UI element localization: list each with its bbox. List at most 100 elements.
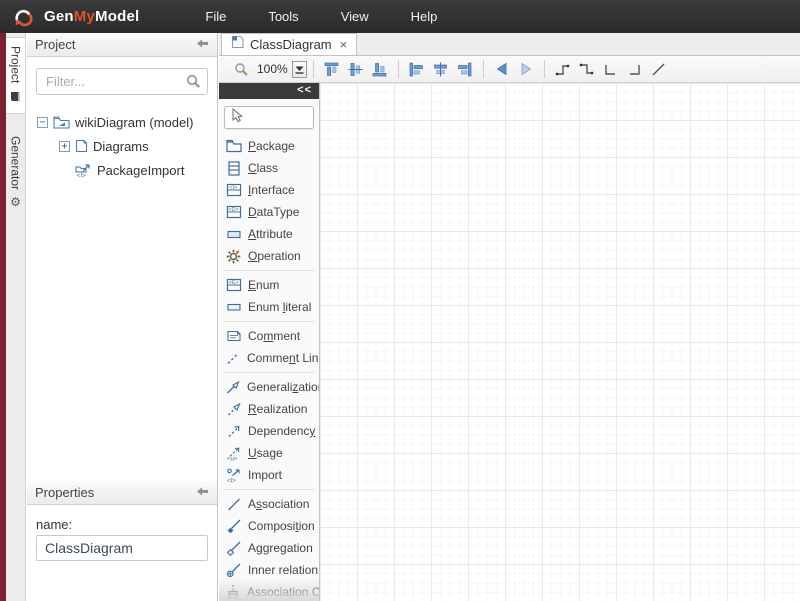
project-panel: Project −wikiDiagram (model)+Diagrams<I>…	[27, 33, 218, 601]
app-logo: GenMyModel	[10, 7, 139, 27]
route-step-up-button[interactable]	[552, 59, 574, 80]
diagram-canvas[interactable]	[320, 83, 800, 601]
properties-panel-title: Properties	[35, 485, 94, 500]
palette-item-dependency[interactable]: Dependency	[219, 420, 319, 442]
palette-item-label: Package	[248, 139, 295, 153]
menu-file[interactable]: File	[184, 1, 247, 32]
route-oblique-button[interactable]	[648, 59, 670, 80]
palette-item-import[interactable]: <I> Import	[219, 464, 319, 486]
package-import-icon: <I>	[75, 163, 92, 178]
palette-item-generalization[interactable]: Generalization	[219, 376, 319, 398]
collapse-left-icon[interactable]	[196, 484, 209, 502]
diagram-icon	[75, 139, 88, 153]
sidebar-tab-project[interactable]: Project	[6, 37, 25, 114]
palette-item-attribute[interactable]: Attribute	[219, 223, 319, 245]
operation-icon	[225, 249, 242, 264]
name-field[interactable]	[36, 535, 208, 561]
app-name: GenMyModel	[44, 8, 139, 25]
datatype-icon: <D>	[225, 205, 242, 219]
svg-text:<D>: <D>	[228, 207, 238, 213]
palette-item-label: DataType	[248, 205, 299, 219]
palette-item-enum[interactable]: <E> Enum	[219, 274, 319, 296]
tab-classdiagram[interactable]: ClassDiagram ×	[221, 33, 357, 55]
align-left-button[interactable]	[406, 59, 428, 80]
palette-item-label: Association Cl...	[247, 585, 320, 599]
align-bottom-button[interactable]	[369, 59, 391, 80]
palette-item-label: Usage	[248, 446, 283, 460]
menu-view[interactable]: View	[320, 1, 390, 32]
menu-tools[interactable]: Tools	[247, 1, 319, 32]
palette-item-enum-literal[interactable]: Enum literal	[219, 296, 319, 318]
inner-relation-icon	[225, 562, 242, 578]
palette-item-interface[interactable]: <I>Interface	[219, 179, 319, 201]
svg-text:<I>: <I>	[77, 173, 86, 178]
class-icon	[225, 161, 242, 176]
tree-item-wikidiagram-model-[interactable]: −wikiDiagram (model)	[37, 110, 217, 134]
menu-bar: FileToolsViewHelp	[184, 1, 458, 32]
realization-icon	[225, 402, 242, 417]
palette-item-realization[interactable]: Realization	[219, 398, 319, 420]
flip-right-button[interactable]	[515, 59, 537, 80]
cloud-logo-icon	[10, 7, 37, 27]
palette-collapse-button[interactable]: <<	[219, 83, 319, 99]
dependency-icon	[225, 424, 242, 439]
sidebar-tab-generator[interactable]: Generator ⚙	[6, 128, 25, 214]
palette-item-label: Operation	[248, 249, 301, 263]
palette-item-inner-relation[interactable]: Inner relation	[219, 559, 319, 581]
filter-input[interactable]	[36, 68, 208, 95]
model-folder-icon	[53, 115, 70, 129]
route-corner-br-button[interactable]	[624, 59, 646, 80]
align-right-button[interactable]	[454, 59, 476, 80]
palette-item-composition[interactable]: Composition	[219, 515, 319, 537]
tree-item-packageimport[interactable]: <I>PackageImport	[37, 158, 217, 182]
palette: << Package Class<I>Interface <D> DataType At…	[219, 83, 320, 601]
import-icon: <I>	[225, 468, 242, 483]
zoom-level: 100%	[257, 62, 288, 76]
composition-icon	[225, 518, 242, 534]
palette-item-class[interactable]: Class	[219, 157, 319, 179]
align-center-button[interactable]	[430, 59, 452, 80]
palette-item-usage[interactable]: <u> Usage	[219, 442, 319, 464]
editor-area: ClassDiagram × 100%	[219, 33, 800, 601]
palette-item-label: Enum literal	[248, 300, 311, 314]
palette-item-datatype[interactable]: <D> DataType	[219, 201, 319, 223]
zoom-icon[interactable]	[230, 59, 252, 80]
tab-title: ClassDiagram	[250, 37, 332, 52]
menu-help[interactable]: Help	[390, 1, 459, 32]
palette-item-association-cl-[interactable]: Association Cl...	[219, 581, 319, 601]
expand-icon[interactable]: +	[59, 141, 70, 152]
collapse-icon[interactable]: −	[37, 117, 48, 128]
palette-item-label: Enum	[248, 278, 279, 292]
flip-left-button[interactable]	[491, 59, 513, 80]
properties-panel-header: Properties	[27, 481, 217, 505]
palette-item-comment[interactable]: Comment	[219, 325, 319, 347]
collapse-left-icon[interactable]	[196, 36, 209, 54]
align-top-button[interactable]	[321, 59, 343, 80]
palette-item-label: Import	[248, 468, 282, 482]
svg-text:<E>: <E>	[228, 280, 238, 286]
align-middle-button[interactable]	[345, 59, 367, 80]
zoom-dropdown-button[interactable]	[292, 61, 307, 78]
editor-toolbar: 100%	[219, 56, 800, 83]
project-panel-header: Project	[27, 33, 217, 57]
palette-item-comment-link[interactable]: Comment Link	[219, 347, 319, 369]
palette-item-label: Comment Link	[247, 351, 320, 365]
generalization-icon	[225, 380, 241, 395]
palette-item-package[interactable]: Package	[219, 135, 319, 157]
editor-tab-bar: ClassDiagram ×	[219, 33, 800, 56]
palette-item-label: Composition	[248, 519, 315, 533]
selection-tool-button[interactable]	[224, 106, 314, 129]
palette-item-operation[interactable]: Operation	[219, 245, 319, 267]
tab-close-icon[interactable]: ×	[340, 37, 348, 52]
package-icon	[225, 139, 242, 153]
project-panel-title: Project	[35, 37, 75, 52]
palette-item-aggregation[interactable]: Aggregation	[219, 537, 319, 559]
route-step-down-button[interactable]	[576, 59, 598, 80]
tree-item-diagrams[interactable]: +Diagrams	[37, 134, 217, 158]
side-tab-strip: Project Generator ⚙	[6, 33, 26, 601]
palette-item-label: Association	[248, 497, 309, 511]
palette-item-association[interactable]: Association	[219, 493, 319, 515]
svg-text:<I>: <I>	[229, 185, 237, 191]
route-corner-bl-button[interactable]	[600, 59, 622, 80]
usage-icon: <u>	[225, 446, 242, 461]
